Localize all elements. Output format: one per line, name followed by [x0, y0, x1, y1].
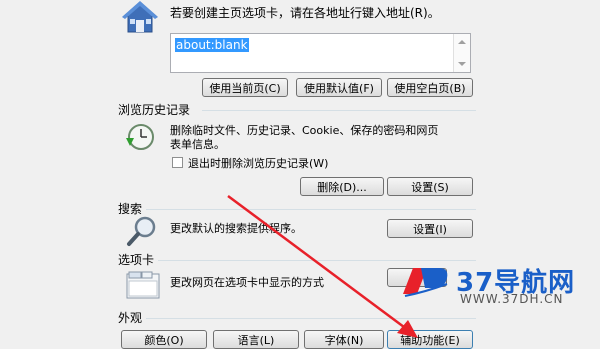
watermark-url: WWW.37DH.CN	[460, 292, 564, 306]
internet-options-dialog: { "home": { "description": "若要创建主页选项卡，请在…	[0, 0, 600, 349]
watermark-logo-icon	[397, 264, 453, 300]
